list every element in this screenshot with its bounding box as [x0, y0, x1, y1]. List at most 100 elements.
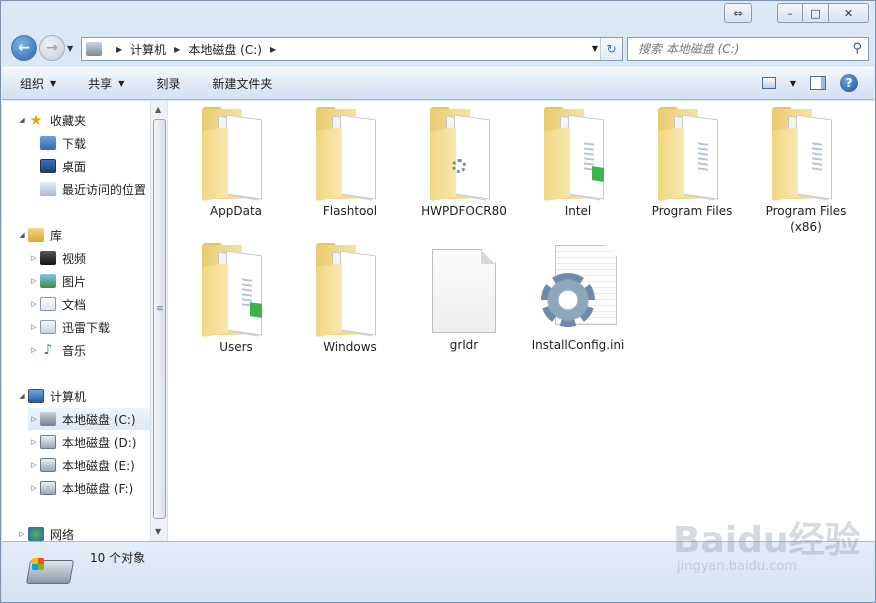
breadcrumb-chevron-icon[interactable]: ▶ — [116, 45, 122, 54]
library-icon — [28, 228, 44, 242]
change-view-icon[interactable] — [761, 77, 776, 89]
sidebar-item-label: 图片 — [62, 274, 87, 289]
sidebar-item-drive-f[interactable]: ▷ 本地磁盘 (F:) — [28, 477, 133, 499]
computer-icon — [28, 389, 44, 403]
file-item[interactable]: grldr — [407, 245, 521, 353]
burn-label: 刻录 — [156, 77, 181, 91]
folder-item[interactable]: Flashtool — [293, 107, 407, 219]
folder-icon — [544, 107, 612, 202]
collapsed-triangle-icon[interactable]: ▷ — [28, 484, 40, 492]
maximize-button[interactable]: □ — [803, 3, 829, 23]
collapsed-triangle-icon[interactable]: ▷ — [28, 323, 40, 331]
sidebar-item-drive-e[interactable]: ▷ 本地磁盘 (E:) — [28, 454, 135, 476]
file-item[interactable]: InstallConfig.ini — [521, 245, 635, 353]
folder-item[interactable]: Program Files — [635, 107, 749, 219]
collapsed-triangle-icon[interactable]: ▷ — [28, 300, 40, 308]
collapsed-triangle-icon[interactable]: ▷ — [28, 461, 40, 469]
address-history-dropdown-icon[interactable]: ▼ — [592, 44, 598, 53]
folder-item[interactable]: Windows — [293, 243, 407, 355]
folder-item[interactable]: Intel — [521, 107, 635, 219]
file-name: grldr — [449, 338, 479, 352]
scrollbar-thumb[interactable] — [153, 119, 166, 519]
file-list: AppData Flashtool HWPDFOCR80 Intel Progr… — [168, 101, 875, 541]
folder-item[interactable]: Program Files (x86) — [749, 107, 863, 235]
sidebar-item-label: 网络 — [50, 527, 75, 542]
sidebar-item-favorites[interactable]: ◢ ★ 收藏夹 — [16, 109, 86, 131]
drive-icon — [40, 435, 56, 449]
pictures-icon — [40, 274, 56, 288]
preview-pane-icon[interactable] — [810, 76, 826, 90]
sidebar-item-downloads[interactable]: 下载 — [28, 132, 86, 154]
folder-icon — [316, 243, 384, 338]
sidebar-item-label: 收藏夹 — [50, 113, 87, 128]
minimize-button[interactable]: – — [777, 3, 803, 23]
forward-button[interactable]: → — [39, 35, 65, 61]
details-pane: 10 个对象 — [2, 541, 874, 602]
back-button[interactable]: ← — [11, 35, 37, 61]
sidebar-item-recent[interactable]: 最近访问的位置 — [28, 178, 146, 200]
search-input[interactable] — [638, 42, 838, 56]
collapsed-triangle-icon[interactable]: ▷ — [28, 438, 40, 446]
sidebar-item-label: 文档 — [62, 297, 87, 312]
sidebar-item-label: 库 — [50, 228, 63, 243]
sidebar-item-video[interactable]: ▷ 视频 — [28, 247, 86, 269]
refresh-button[interactable]: ↻ — [600, 38, 622, 60]
breadcrumb-drive-c[interactable]: 本地磁盘 (C:) — [188, 41, 262, 58]
folder-icon — [202, 243, 270, 338]
collapsed-triangle-icon[interactable]: ▷ — [28, 254, 40, 262]
sidebar-item-music[interactable]: ▷ ♪ 音乐 — [28, 339, 86, 361]
folder-item[interactable]: HWPDFOCR80 — [407, 107, 521, 219]
sidebar-item-xunlei[interactable]: ▷ 迅雷下载 — [28, 316, 110, 338]
music-icon: ♪ — [43, 342, 53, 358]
navigation-pane-scrollbar[interactable]: ▲ ≡ ▼ — [150, 101, 167, 541]
sidebar-item-drive-c[interactable]: ▷ 本地磁盘 (C:) — [28, 408, 150, 430]
view-options-dropdown-icon[interactable]: ▼ — [790, 79, 796, 88]
breadcrumb-computer[interactable]: 计算机 — [130, 41, 166, 58]
sidebar-item-pictures[interactable]: ▷ 图片 — [28, 270, 86, 292]
help-icon[interactable]: ? — [840, 74, 858, 92]
drive-icon — [40, 458, 56, 472]
command-bar: 组织 ▼ 共享 ▼ 刻录 新建文件夹 ▼ ? — [2, 67, 874, 100]
settings-file-icon — [539, 245, 617, 333]
share-button[interactable]: 共享 ▼ — [88, 75, 124, 92]
breadcrumb-chevron-icon[interactable]: ▶ — [270, 45, 276, 54]
close-button[interactable]: ✕ — [829, 3, 869, 23]
sidebar-item-documents[interactable]: ▷ 文档 — [28, 293, 86, 315]
search-icon[interactable]: ⚲ — [852, 41, 862, 56]
collapsed-triangle-icon[interactable]: ▷ — [28, 415, 40, 423]
scroll-down-arrow-icon[interactable]: ▼ — [155, 527, 161, 536]
folder-icon — [658, 107, 726, 202]
file-name: InstallConfig.ini — [531, 338, 625, 352]
sidebar-item-label: 迅雷下载 — [62, 320, 111, 335]
address-bar[interactable]: ▶ 计算机 ▶ 本地磁盘 (C:) ▶ ▼ ↻ — [81, 37, 623, 61]
new-folder-button[interactable]: 新建文件夹 — [212, 75, 272, 92]
sidebar-item-libraries[interactable]: ◢ 库 — [16, 224, 62, 246]
xunlei-icon — [40, 320, 56, 334]
swap-button[interactable]: ⇔ — [724, 3, 752, 23]
collapsed-triangle-icon[interactable]: ▷ — [28, 277, 40, 285]
windows-logo-icon — [32, 558, 44, 570]
folder-icon — [430, 107, 498, 202]
expand-triangle-icon[interactable]: ◢ — [16, 231, 28, 239]
burn-button[interactable]: 刻录 — [156, 75, 180, 92]
expand-triangle-icon[interactable]: ◢ — [16, 116, 28, 124]
scroll-up-arrow-icon[interactable]: ▲ — [155, 105, 161, 114]
breadcrumb-chevron-icon[interactable]: ▶ — [174, 45, 180, 54]
chevron-down-icon: ▼ — [118, 79, 125, 88]
search-box[interactable]: ⚲ — [627, 37, 869, 61]
recent-pages-dropdown-icon[interactable]: ▼ — [67, 44, 73, 53]
sidebar-item-drive-d[interactable]: ▷ 本地磁盘 (D:) — [28, 431, 136, 453]
folder-item[interactable]: Users — [179, 243, 293, 355]
expand-triangle-icon[interactable]: ◢ — [16, 392, 28, 400]
share-label: 共享 — [88, 77, 113, 91]
collapsed-triangle-icon[interactable]: ▷ — [16, 530, 28, 538]
sidebar-item-label: 本地磁盘 (C:) — [62, 412, 136, 427]
organize-button[interactable]: 组织 ▼ — [20, 75, 56, 92]
folder-item[interactable]: AppData — [179, 107, 293, 219]
sidebar-item-computer[interactable]: ◢ 计算机 — [16, 385, 86, 407]
file-name: Windows — [323, 340, 377, 354]
sidebar-item-desktop[interactable]: 桌面 — [28, 155, 86, 177]
new-folder-label: 新建文件夹 — [212, 77, 273, 91]
collapsed-triangle-icon[interactable]: ▷ — [28, 346, 40, 354]
folder-icon — [772, 107, 840, 202]
